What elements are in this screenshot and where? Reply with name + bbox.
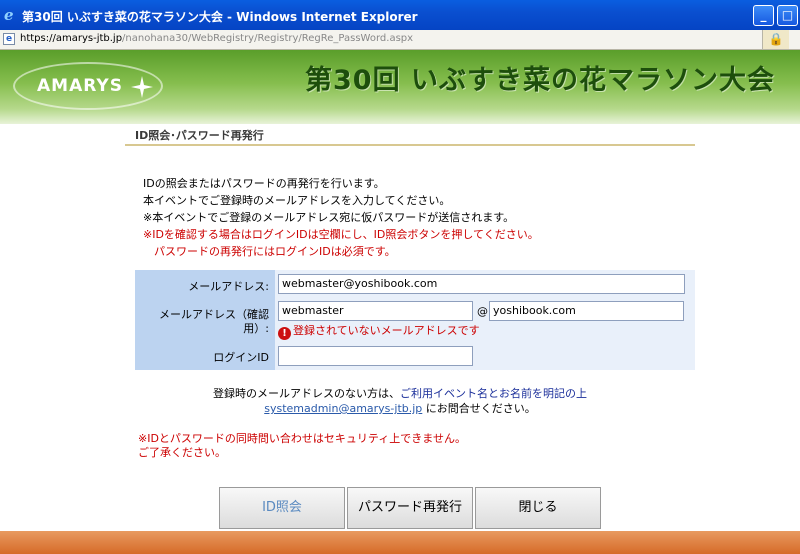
id-inquiry-button[interactable]: ID照会 — [219, 487, 345, 529]
window-title: 第30回 いぶすき菜の花マラソン大会 - Windows Internet Ex… — [22, 10, 418, 24]
error-message: ! 登録されていないメールアドレスです — [278, 322, 480, 340]
url-path: /nanohana30/WebRegistry/Registry/RegRe_P… — [122, 33, 414, 44]
admin-email-link[interactable]: systemadmin@amarys-jtb.jp — [264, 402, 422, 415]
confirm-email-local-field[interactable]: webmaster — [278, 301, 473, 321]
header-banner: AMARYS 第30回 いぶすき菜の花マラソン大会 — [0, 50, 800, 124]
lock-icon[interactable]: 🔒 — [762, 30, 789, 49]
url-host: https://amarys-jtb.jp — [20, 33, 123, 44]
at-sign: @ — [477, 305, 488, 318]
note-line: ※IDとパスワードの同時問い合わせはセキュリティ上できません。 — [138, 432, 466, 445]
confirm-email-label-2: 用）: — [243, 322, 269, 335]
login-id-label: ログインID — [213, 351, 269, 364]
logo-text: AMARYS — [37, 76, 123, 96]
logo-star-icon — [131, 76, 153, 98]
error-icon: ! — [278, 327, 291, 340]
section-heading: ID照会･パスワード再発行 — [125, 124, 695, 146]
maximize-button[interactable]: □ — [777, 5, 798, 26]
security-note: ※IDとパスワードの同時問い合わせはセキュリティ上できません。 ご了承ください。 — [138, 432, 466, 460]
intro-text: IDの照会またはパスワードの再発行を行います。 本イベントでご登録時のメールアド… — [143, 175, 539, 260]
close-button[interactable]: 閉じる — [475, 487, 601, 529]
intro-line: 本イベントでご登録時のメールアドレスを入力してください。 — [143, 194, 451, 207]
page-icon: e — [3, 33, 15, 45]
section-title: ID照会･パスワード再発行 — [135, 129, 264, 142]
contact-info: 登録時のメールアドレスのない方は、ご利用イベント名とお名前を明記の上 syste… — [0, 386, 800, 416]
window-titlebar: e 第30回 いぶすき菜の花マラソン大会 - Windows Internet … — [0, 0, 800, 30]
inquiry-form: メールアドレス: メールアドレス（確認 用）: ログインID webmaster… — [135, 270, 695, 370]
contact-highlight: ご利用イベント名とお名前を明記の上 — [400, 387, 587, 400]
login-id-field[interactable] — [278, 346, 473, 366]
url-text[interactable]: https://amarys-jtb.jp/nanohana30/WebRegi… — [20, 33, 413, 44]
intro-warning: パスワードの再発行にはログインIDは必須です。 — [143, 245, 396, 258]
reissue-password-button[interactable]: パスワード再発行 — [347, 487, 473, 529]
form-label-column: メールアドレス: メールアドレス（確認 用）: ログインID — [135, 270, 275, 370]
intro-warning: ※IDを確認する場合はログインIDは空欄にし、ID照会ボタンを押してください。 — [143, 228, 539, 241]
email-label: メールアドレス: — [188, 280, 269, 293]
email-field[interactable]: webmaster@yoshibook.com — [278, 274, 685, 294]
minimize-button[interactable]: _ — [753, 5, 774, 26]
address-bar[interactable]: e https://amarys-jtb.jp/nanohana30/WebRe… — [0, 30, 800, 50]
error-text: 登録されていないメールアドレスです — [293, 324, 480, 337]
note-line: ご了承ください。 — [138, 446, 226, 459]
contact-prefix: 登録時のメールアドレスのない方は、 — [213, 387, 400, 400]
ie-icon: e — [4, 6, 14, 24]
amarys-logo: AMARYS — [13, 62, 163, 110]
confirm-email-domain-field[interactable]: yoshibook.com — [489, 301, 684, 321]
footer-bar — [0, 531, 800, 554]
intro-line: ※本イベントでご登録のメールアドレス宛に仮パスワードが送信されます。 — [143, 211, 515, 224]
intro-line: IDの照会またはパスワードの再発行を行います。 — [143, 177, 385, 190]
event-headline: 第30回 いぶすき菜の花マラソン大会 — [305, 65, 775, 96]
contact-suffix: にお問合せください。 — [422, 402, 536, 415]
